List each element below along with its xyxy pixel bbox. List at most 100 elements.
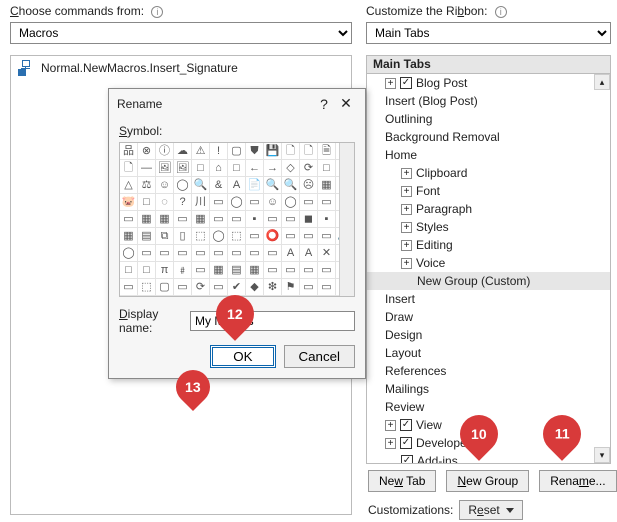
tree-item[interactable]: Insert (Blog Post)	[367, 92, 610, 110]
symbol-cell[interactable]: ⟳	[300, 160, 318, 177]
expand-icon[interactable]: +	[385, 78, 396, 89]
symbol-cell[interactable]: ﹟	[174, 262, 192, 279]
symbol-cell[interactable]: 💾	[264, 143, 282, 160]
symbol-cell[interactable]: 川	[192, 194, 210, 211]
ok-button[interactable]: OK	[210, 345, 275, 368]
symbol-cell[interactable]: ▤	[228, 262, 246, 279]
symbol-cell[interactable]: ▦	[192, 211, 210, 228]
symbol-cell[interactable]: △	[120, 177, 138, 194]
symbol-cell[interactable]: ✔	[228, 279, 246, 296]
symbol-cell[interactable]: ▪	[246, 211, 264, 228]
symbol-cell[interactable]: Α	[282, 245, 300, 262]
symbol-cell[interactable]: ⬚	[192, 228, 210, 245]
symbol-cell[interactable]: ▭	[156, 245, 174, 262]
symbol-cell[interactable]: ▭	[246, 194, 264, 211]
tree-item[interactable]: New Group (Custom)	[367, 272, 610, 290]
symbol-cell[interactable]: □	[192, 160, 210, 177]
rename-button[interactable]: Rename...Rename...	[539, 470, 616, 492]
symbol-cell[interactable]: ⬚	[228, 228, 246, 245]
symbol-cell[interactable]: 🖼	[156, 160, 174, 177]
symbol-cell[interactable]: ◯	[210, 228, 228, 245]
symbol-cell[interactable]: ◼	[300, 211, 318, 228]
expand-icon[interactable]: +	[401, 222, 412, 233]
tree-item[interactable]: Home	[367, 146, 610, 164]
symbol-cell[interactable]: ▦	[210, 262, 228, 279]
symbol-cell[interactable]: ▦	[138, 211, 156, 228]
symbol-cell[interactable]: ?	[174, 194, 192, 211]
symbol-cell[interactable]: ◆	[246, 279, 264, 296]
symbol-cell[interactable]: ▭	[192, 262, 210, 279]
symbol-cell[interactable]: □	[228, 160, 246, 177]
symbol-cell[interactable]: ▤	[138, 228, 156, 245]
tree-item[interactable]: +Voice	[367, 254, 610, 272]
tree-item[interactable]: Insert	[367, 290, 610, 308]
symbol-cell[interactable]: 🗋	[120, 160, 138, 177]
symbol-cell[interactable]: ▭	[282, 211, 300, 228]
expand-icon[interactable]: +	[401, 204, 412, 215]
cancel-button[interactable]: Cancel	[284, 345, 356, 368]
symbol-cell[interactable]: ◯	[174, 177, 192, 194]
expand-icon[interactable]: +	[401, 240, 412, 251]
symbol-cell[interactable]: ▦	[246, 262, 264, 279]
symbol-cell[interactable]: π	[156, 262, 174, 279]
checkbox[interactable]	[401, 455, 413, 464]
choose-commands-dropdown[interactable]: Macros	[10, 22, 352, 44]
symbol-cell[interactable]: □	[138, 194, 156, 211]
symbol-cell[interactable]: ⬚	[138, 279, 156, 296]
checkbox[interactable]	[400, 419, 412, 431]
scrollbar[interactable]	[339, 143, 354, 296]
symbol-cell[interactable]: ⚠	[192, 143, 210, 160]
symbol-cell[interactable]: ▭	[228, 245, 246, 262]
symbol-cell[interactable]: ☺	[264, 194, 282, 211]
info-icon[interactable]: i	[495, 6, 507, 18]
ribbon-tree[interactable]: ▴ ▾ +Blog PostInsert (Blog Post)Outlinin…	[366, 73, 611, 464]
symbol-cell[interactable]: ▭	[210, 279, 228, 296]
symbol-cell[interactable]: ▭	[264, 245, 282, 262]
symbol-cell[interactable]: ⌂	[210, 160, 228, 177]
symbol-cell[interactable]: Α	[300, 245, 318, 262]
symbol-cell[interactable]: &	[210, 177, 228, 194]
symbol-cell[interactable]: ▭	[264, 262, 282, 279]
tree-item[interactable]: +Blog Post	[367, 74, 610, 92]
symbol-cell[interactable]: 🗎	[318, 143, 336, 160]
symbol-cell[interactable]: →	[264, 160, 282, 177]
symbol-cell[interactable]: ▭	[120, 211, 138, 228]
expand-icon[interactable]: +	[401, 258, 412, 269]
symbol-cell[interactable]: ▭	[246, 245, 264, 262]
scroll-down-icon[interactable]: ▾	[594, 447, 610, 463]
symbol-cell[interactable]: 📄	[246, 177, 264, 194]
tree-item[interactable]: Mailings	[367, 380, 610, 398]
symbol-cell[interactable]: ▭	[300, 194, 318, 211]
tree-item[interactable]: References	[367, 362, 610, 380]
checkbox[interactable]	[400, 77, 412, 89]
symbol-cell[interactable]: 🖼	[174, 160, 192, 177]
symbol-cell[interactable]: ◯	[120, 245, 138, 262]
tree-item[interactable]: +Editing	[367, 236, 610, 254]
symbol-cell[interactable]: 🗋	[300, 143, 318, 160]
symbol-cell[interactable]: ▦	[318, 177, 336, 194]
symbol-cell[interactable]: A	[228, 177, 246, 194]
list-item[interactable]: Normal.NewMacros.Insert_Signature	[11, 56, 351, 80]
symbol-cell[interactable]: ⛊	[246, 143, 264, 160]
tree-item[interactable]: +Paragraph	[367, 200, 610, 218]
symbol-cell[interactable]: ⧉	[156, 228, 174, 245]
symbol-cell[interactable]: 品	[120, 143, 138, 160]
symbol-cell[interactable]: ▭	[210, 245, 228, 262]
symbol-cell[interactable]: ◌	[156, 194, 174, 211]
symbol-cell[interactable]: ▭	[120, 279, 138, 296]
symbol-cell[interactable]: ▢	[156, 279, 174, 296]
symbol-cell[interactable]: ▦	[120, 228, 138, 245]
symbol-cell[interactable]: ▭	[282, 262, 300, 279]
tree-item[interactable]: Background Removal	[367, 128, 610, 146]
symbol-cell[interactable]: ✕	[318, 245, 336, 262]
close-icon[interactable]: ✕	[335, 95, 357, 112]
symbol-cell[interactable]: ❇	[264, 279, 282, 296]
tree-item[interactable]: Draw	[367, 308, 610, 326]
tree-item[interactable]: Layout	[367, 344, 610, 362]
symbol-cell[interactable]: 🔍	[192, 177, 210, 194]
symbol-cell[interactable]: ▭	[228, 211, 246, 228]
symbol-cell[interactable]: ⟳	[192, 279, 210, 296]
symbol-cell[interactable]: ▭	[192, 245, 210, 262]
symbol-cell[interactable]: —	[138, 160, 156, 177]
symbol-cell[interactable]: 🐷	[120, 194, 138, 211]
